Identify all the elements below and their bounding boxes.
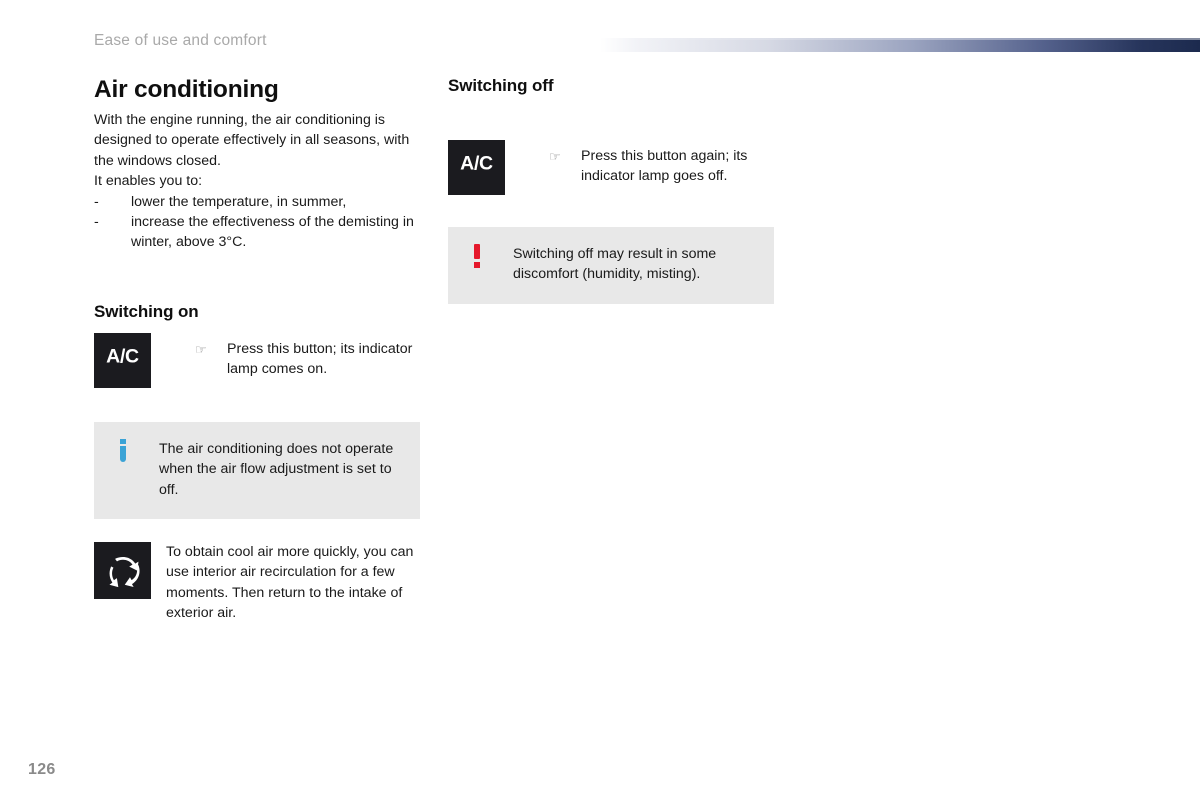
lead-in-text: It enables you to: xyxy=(94,173,203,190)
right-column: Switching off A/C ☞ Press this button ag… xyxy=(448,76,778,304)
switching-off-instruction: A/C ☞ Press this button again; its indic… xyxy=(448,140,778,195)
list-marker: - xyxy=(94,214,99,231)
recirculation-note: To obtain cool air more quickly, you can… xyxy=(94,542,424,624)
warning-callout: Switching off may result in some discomf… xyxy=(448,227,774,304)
switching-off-caption: Press this button again; its indicator l… xyxy=(581,148,748,185)
switching-on-caption: Press this button; its indicator lamp co… xyxy=(227,340,413,378)
list-item-label: lower the temperature, in summer, xyxy=(131,193,347,210)
recirculation-caption-wrapper: To obtain cool air more quickly, you can… xyxy=(151,542,424,624)
info-icon-bar xyxy=(120,445,126,462)
page-title: Air conditioning xyxy=(94,76,279,103)
feature-list: - lower the temperature, in summer, - in… xyxy=(94,192,424,253)
list-item: - increase the effectiveness of the demi… xyxy=(94,212,424,253)
list-marker: - xyxy=(94,193,99,210)
switching-on-instruction: A/C ☞ Press this button; its indicator l… xyxy=(94,332,424,388)
list-item: - lower the temperature, in summer, xyxy=(94,192,424,212)
list-item-label: increase the effectiveness of the demist… xyxy=(131,214,414,251)
page-number: 126 xyxy=(28,761,56,778)
left-column: Air conditioning With the engine running… xyxy=(94,76,424,624)
switching-off-caption-wrapper: ☞ Press this button again; its indicator… xyxy=(505,140,778,187)
ac-button-pictogram: A/C xyxy=(448,140,505,195)
warning-icon-bar xyxy=(474,244,480,259)
info-callout: The air conditioning does not operate wh… xyxy=(94,421,420,520)
ac-button-label: A/C xyxy=(460,152,493,175)
air-recirculation-icon xyxy=(94,542,151,600)
info-callout-text: The air conditioning does not operate wh… xyxy=(159,440,394,498)
info-icon-dot xyxy=(120,438,126,444)
warning-icon-dot xyxy=(474,262,480,268)
ac-button-pictogram: A/C xyxy=(94,332,151,388)
info-icon xyxy=(114,438,142,462)
ac-button-label: A/C xyxy=(106,345,139,368)
switching-on-caption-wrapper: ☞ Press this button; its indicator lamp … xyxy=(151,333,424,380)
pointing-hand-icon: ☞ xyxy=(549,149,561,164)
pointing-hand-icon: ☞ xyxy=(195,341,207,357)
warning-callout-text: Switching off may result in some discomf… xyxy=(513,246,717,283)
intro-paragraph: With the engine running, the air conditi… xyxy=(94,112,410,169)
running-header: Ease of use and comfort xyxy=(94,32,267,49)
switching-off-heading: Switching off xyxy=(448,76,554,95)
switching-on-heading: Switching on xyxy=(94,301,199,321)
recirculation-caption: To obtain cool air more quickly, you can… xyxy=(166,544,414,622)
warning-icon xyxy=(468,244,496,268)
header-accent-rule xyxy=(600,38,1200,52)
